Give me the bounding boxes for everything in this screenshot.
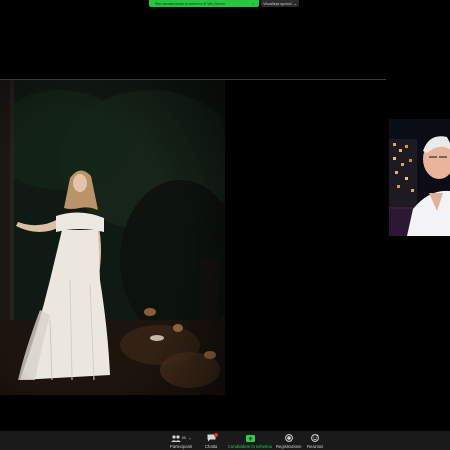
chat-button[interactable]: Chatta: [205, 433, 218, 449]
shared-photo-bride-in-forest: [0, 80, 225, 395]
participants-icon: [170, 434, 181, 442]
chat-notification-badge: [213, 433, 218, 437]
record-label: Registrazione: [276, 444, 302, 449]
sharing-status-text: Stai visualizzando lo schermo di Vito St…: [155, 1, 225, 6]
reactions-icon: [311, 434, 320, 442]
reactions-button[interactable]: Reazioni: [307, 434, 323, 449]
share-screen-button[interactable]: Condividere lo schermo: [228, 434, 272, 449]
photo-image: [0, 80, 225, 395]
meeting-toolbar: 65 ˄ Partecipanti Chatta Condividere lo …: [0, 431, 450, 450]
view-options-label: Visualizza opzioni: [263, 1, 292, 6]
chat-label: Chatta: [205, 444, 218, 449]
view-options-button[interactable]: Visualizza opzioni ⌄: [261, 0, 299, 7]
share-screen-label: Condividere lo schermo: [228, 444, 272, 449]
participants-button[interactable]: 65 ˄ Partecipanti: [170, 434, 192, 449]
share-screen-icon: [245, 434, 255, 442]
record-icon: [284, 434, 293, 442]
participants-label: Partecipanti: [170, 444, 193, 449]
record-button[interactable]: Registrazione: [276, 434, 302, 449]
chevron-down-icon: ⌄: [293, 1, 297, 6]
chevron-up-icon[interactable]: ˄: [189, 436, 191, 441]
shared-screen-area: [0, 15, 450, 418]
participant-video-image: [389, 119, 450, 236]
reactions-label: Reazioni: [307, 444, 324, 449]
screen-share-banner[interactable]: Stai visualizzando lo schermo di Vito St…: [149, 0, 259, 7]
participant-video-thumbnail[interactable]: [389, 119, 450, 236]
participant-count: 65: [181, 436, 186, 440]
chevron-down-icon[interactable]: ⌄: [252, 1, 255, 6]
